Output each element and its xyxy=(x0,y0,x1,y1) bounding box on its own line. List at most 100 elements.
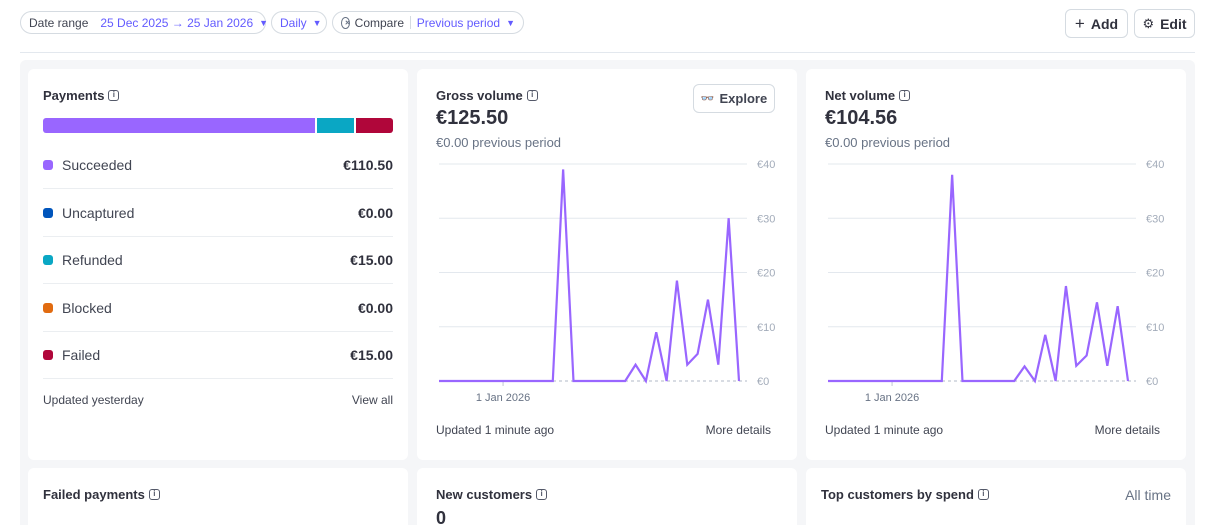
top-customers-title: Top customers by spend xyxy=(821,487,974,502)
gross-updated: Updated 1 minute ago xyxy=(436,423,555,437)
gross-previous-period: €0.00 previous period xyxy=(436,135,562,150)
status-label: Blocked xyxy=(62,299,112,316)
payment-status-row[interactable]: Uncaptured €0.00 xyxy=(43,190,393,237)
gross-volume-card: Gross volume i €125.50 €0.00 previous pe… xyxy=(417,69,797,460)
failed-payments-title: Failed payments xyxy=(43,487,145,502)
status-amount: €0.00 xyxy=(357,299,393,316)
status-amount: €0.00 xyxy=(357,204,393,221)
net-updated: Updated 1 minute ago xyxy=(825,423,944,437)
view-all-link[interactable]: View all xyxy=(352,393,393,407)
y-tick-label: €10 xyxy=(757,322,775,334)
add-label: Add xyxy=(1090,15,1119,32)
failed-payments-card: Failed payments i xyxy=(28,468,408,525)
payment-status-row[interactable]: Blocked €0.00 xyxy=(43,285,393,332)
gross-volume-chart: €0 €10 €20 €30 €40 1 Jan 2026 xyxy=(439,159,775,404)
date-range-label: Date range xyxy=(29,15,89,30)
y-tick-label: €0 xyxy=(1146,376,1158,388)
payment-status-row[interactable]: Succeeded €110.50 xyxy=(43,142,393,189)
y-tick-label: €20 xyxy=(757,268,775,280)
status-amount: €15.00 xyxy=(350,347,393,363)
status-label: Uncaptured xyxy=(62,204,135,221)
payment-status-row[interactable]: Refunded €15.00 xyxy=(43,237,393,284)
chevron-down-icon: ▼ xyxy=(312,17,322,28)
y-tick-label: €40 xyxy=(757,159,775,171)
divider xyxy=(20,52,1195,53)
payments-card: Payments i Succeeded €110.50 Uncaptured €0.… xyxy=(28,69,408,460)
card-title: Failed payments i xyxy=(43,487,160,502)
y-tick-label: €10 xyxy=(1146,322,1164,334)
top-customers-period[interactable]: All time xyxy=(1125,487,1171,503)
x-tick-label: 1 Jan 2026 xyxy=(476,392,530,404)
add-button[interactable]: + Add xyxy=(1065,9,1128,38)
status-dot xyxy=(43,160,53,170)
payments-stacked-bar xyxy=(43,118,393,133)
plus-icon: + xyxy=(1074,13,1085,33)
gross-title: Gross volume xyxy=(436,88,523,103)
y-tick-label: €20 xyxy=(1146,268,1164,280)
stacked-bar-segment xyxy=(316,118,354,133)
filter-bar: Date range 25 Dec 2025 → 25 Jan 2026 ▼ D… xyxy=(20,9,1195,38)
series-line xyxy=(828,174,1130,384)
card-title: Payments i xyxy=(43,88,120,103)
info-icon[interactable]: i xyxy=(536,489,548,500)
net-more-details-link[interactable]: More details xyxy=(1095,423,1160,437)
date-range-value: 25 Dec 2025 → 25 Jan 2026 xyxy=(100,15,254,30)
status-dot xyxy=(43,350,53,360)
new-customers-card: New customers i 0 xyxy=(417,468,797,525)
status-dot xyxy=(43,207,53,218)
net-volume-value: €104.56 xyxy=(825,107,898,129)
payments-title: Payments xyxy=(43,88,105,103)
close-circle-icon[interactable] xyxy=(341,16,350,29)
info-icon[interactable]: i xyxy=(899,90,911,101)
info-icon[interactable]: i xyxy=(148,489,160,500)
info-icon[interactable]: i xyxy=(977,489,989,500)
compare-filter[interactable]: Compare Previous period ▼ xyxy=(332,11,524,34)
net-volume-card: Net volume i €104.56 €0.00 previous peri… xyxy=(806,69,1186,460)
chevron-down-icon: ▼ xyxy=(259,17,269,28)
explore-label: Explore xyxy=(719,91,768,106)
gross-more-details-link[interactable]: More details xyxy=(706,423,771,437)
explore-button[interactable]: 👓 Explore xyxy=(693,84,775,113)
compare-value: Previous period xyxy=(416,15,501,30)
y-tick-label: €30 xyxy=(757,213,775,225)
card-title: Gross volume i xyxy=(436,88,538,103)
net-volume-chart: €0 €10 €20 €30 €40 1 Jan 2026 xyxy=(828,159,1164,404)
status-dot xyxy=(43,302,53,313)
gross-volume-value: €125.50 xyxy=(436,107,509,129)
status-amount: €110.50 xyxy=(343,157,393,173)
payment-status-row[interactable]: Failed €15.00 xyxy=(43,332,393,379)
info-icon[interactable]: i xyxy=(108,90,120,101)
edit-button[interactable]: ⚙ Edit xyxy=(1134,9,1195,38)
y-tick-label: €0 xyxy=(757,376,769,388)
top-customers-card: Top customers by spend i All time xyxy=(806,468,1186,525)
status-label: Refunded xyxy=(62,252,123,268)
status-label: Succeeded xyxy=(62,157,133,173)
series-line xyxy=(439,169,741,384)
card-title: New customers i xyxy=(436,487,548,502)
stacked-bar-segment xyxy=(355,118,393,133)
stacked-bar-segment xyxy=(43,118,315,133)
date-range-filter[interactable]: Date range 25 Dec 2025 → 25 Jan 2026 ▼ xyxy=(20,11,269,34)
card-title: Top customers by spend i xyxy=(821,487,989,502)
status-label: Failed xyxy=(62,347,101,363)
separator xyxy=(410,16,411,29)
status-dot xyxy=(43,255,53,265)
edit-label: Edit xyxy=(1160,15,1187,32)
payments-updated: Updated yesterday xyxy=(43,393,144,407)
interval-value: Daily xyxy=(280,15,307,30)
new-customers-value: 0 xyxy=(436,508,447,525)
x-tick-label: 1 Jan 2026 xyxy=(865,392,919,404)
compare-label: Compare xyxy=(354,15,405,30)
card-title: Net volume i xyxy=(825,88,911,103)
binoculars-icon: 👓 xyxy=(700,93,715,105)
net-previous-period: €0.00 previous period xyxy=(825,135,951,150)
interval-filter[interactable]: Daily ▼ xyxy=(271,11,327,34)
info-icon[interactable]: i xyxy=(526,90,538,101)
new-customers-title: New customers xyxy=(436,487,533,502)
y-tick-label: €30 xyxy=(1146,213,1164,225)
chevron-down-icon: ▼ xyxy=(506,17,515,28)
y-tick-label: €40 xyxy=(1146,159,1164,171)
status-amount: €15.00 xyxy=(350,252,393,268)
net-title: Net volume xyxy=(825,88,896,103)
gear-icon: ⚙ xyxy=(1142,15,1155,31)
